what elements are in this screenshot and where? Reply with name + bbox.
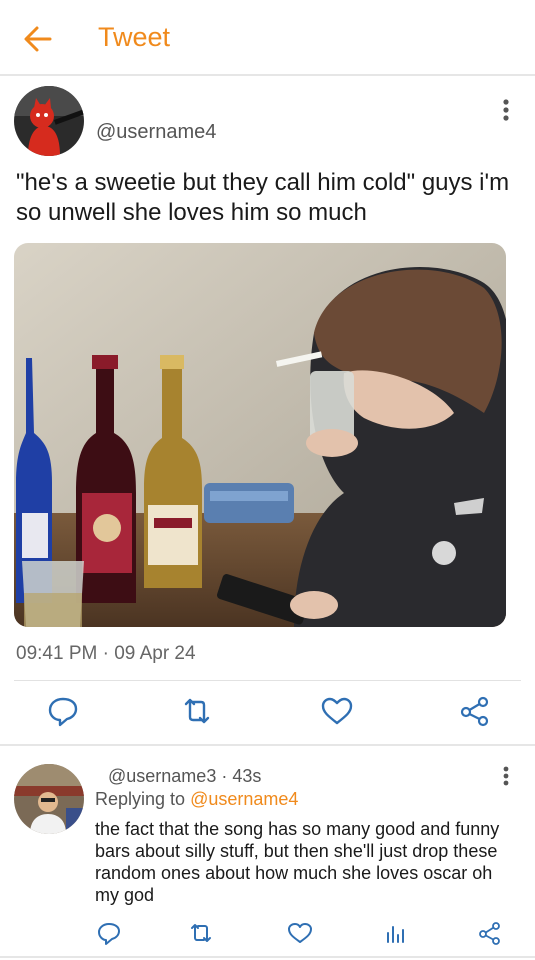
share-icon xyxy=(460,696,489,727)
divider xyxy=(0,744,535,746)
reply-more-options-button[interactable] xyxy=(496,764,516,790)
share-button[interactable] xyxy=(458,695,492,727)
divider xyxy=(14,680,521,681)
reply-reply-button[interactable] xyxy=(96,921,122,945)
back-button[interactable] xyxy=(22,24,54,54)
more-vertical-icon xyxy=(503,766,509,786)
reply-button[interactable] xyxy=(46,695,80,727)
retweet-button[interactable] xyxy=(180,695,214,727)
reply-icon xyxy=(48,697,78,727)
replying-to-prefix: Replying to xyxy=(95,789,191,809)
reply-author-line: @username3 · 43s xyxy=(108,766,261,787)
like-button[interactable] xyxy=(320,695,354,727)
replying-to-line: Replying to @username4 xyxy=(95,789,298,810)
reply-like-button[interactable] xyxy=(287,921,313,945)
reply-analytics-button[interactable] xyxy=(383,921,409,945)
like-icon xyxy=(288,923,312,943)
avatar[interactable] xyxy=(14,764,84,834)
replying-to-mention[interactable]: @username4 xyxy=(190,789,298,809)
reply-share-button[interactable] xyxy=(477,921,503,945)
analytics-icon xyxy=(387,926,404,943)
reply-age: 43s xyxy=(232,766,262,786)
tweet-text: "he's a sweetie but they call him cold" … xyxy=(16,169,510,226)
tweet-date: 09 Apr 24 xyxy=(114,643,196,664)
tweet-photo[interactable] xyxy=(14,243,506,627)
avatar[interactable] xyxy=(14,86,84,156)
share-icon xyxy=(479,922,500,945)
author-handle[interactable]: @username4 xyxy=(96,121,216,144)
reply-retweet-button[interactable] xyxy=(188,921,214,945)
reply-author-handle[interactable]: @username3 xyxy=(108,766,216,786)
more-vertical-icon xyxy=(503,99,509,121)
like-icon xyxy=(321,697,353,725)
top-bar: Tweet xyxy=(0,0,535,76)
divider xyxy=(0,956,535,958)
tweet-timestamp: 09:41 PM · 09 Apr 24 xyxy=(16,643,196,665)
more-options-button[interactable] xyxy=(496,96,516,126)
retweet-icon xyxy=(184,698,210,724)
age-separator: · xyxy=(216,766,233,786)
reply-icon xyxy=(98,923,120,945)
tweet-time: 09:41 PM xyxy=(16,643,98,664)
reply-text: the fact that the song has so many good … xyxy=(95,819,500,905)
date-separator: · xyxy=(97,643,115,664)
back-arrow-icon xyxy=(24,26,52,52)
retweet-icon xyxy=(191,924,211,942)
page-title: Tweet xyxy=(98,22,171,52)
